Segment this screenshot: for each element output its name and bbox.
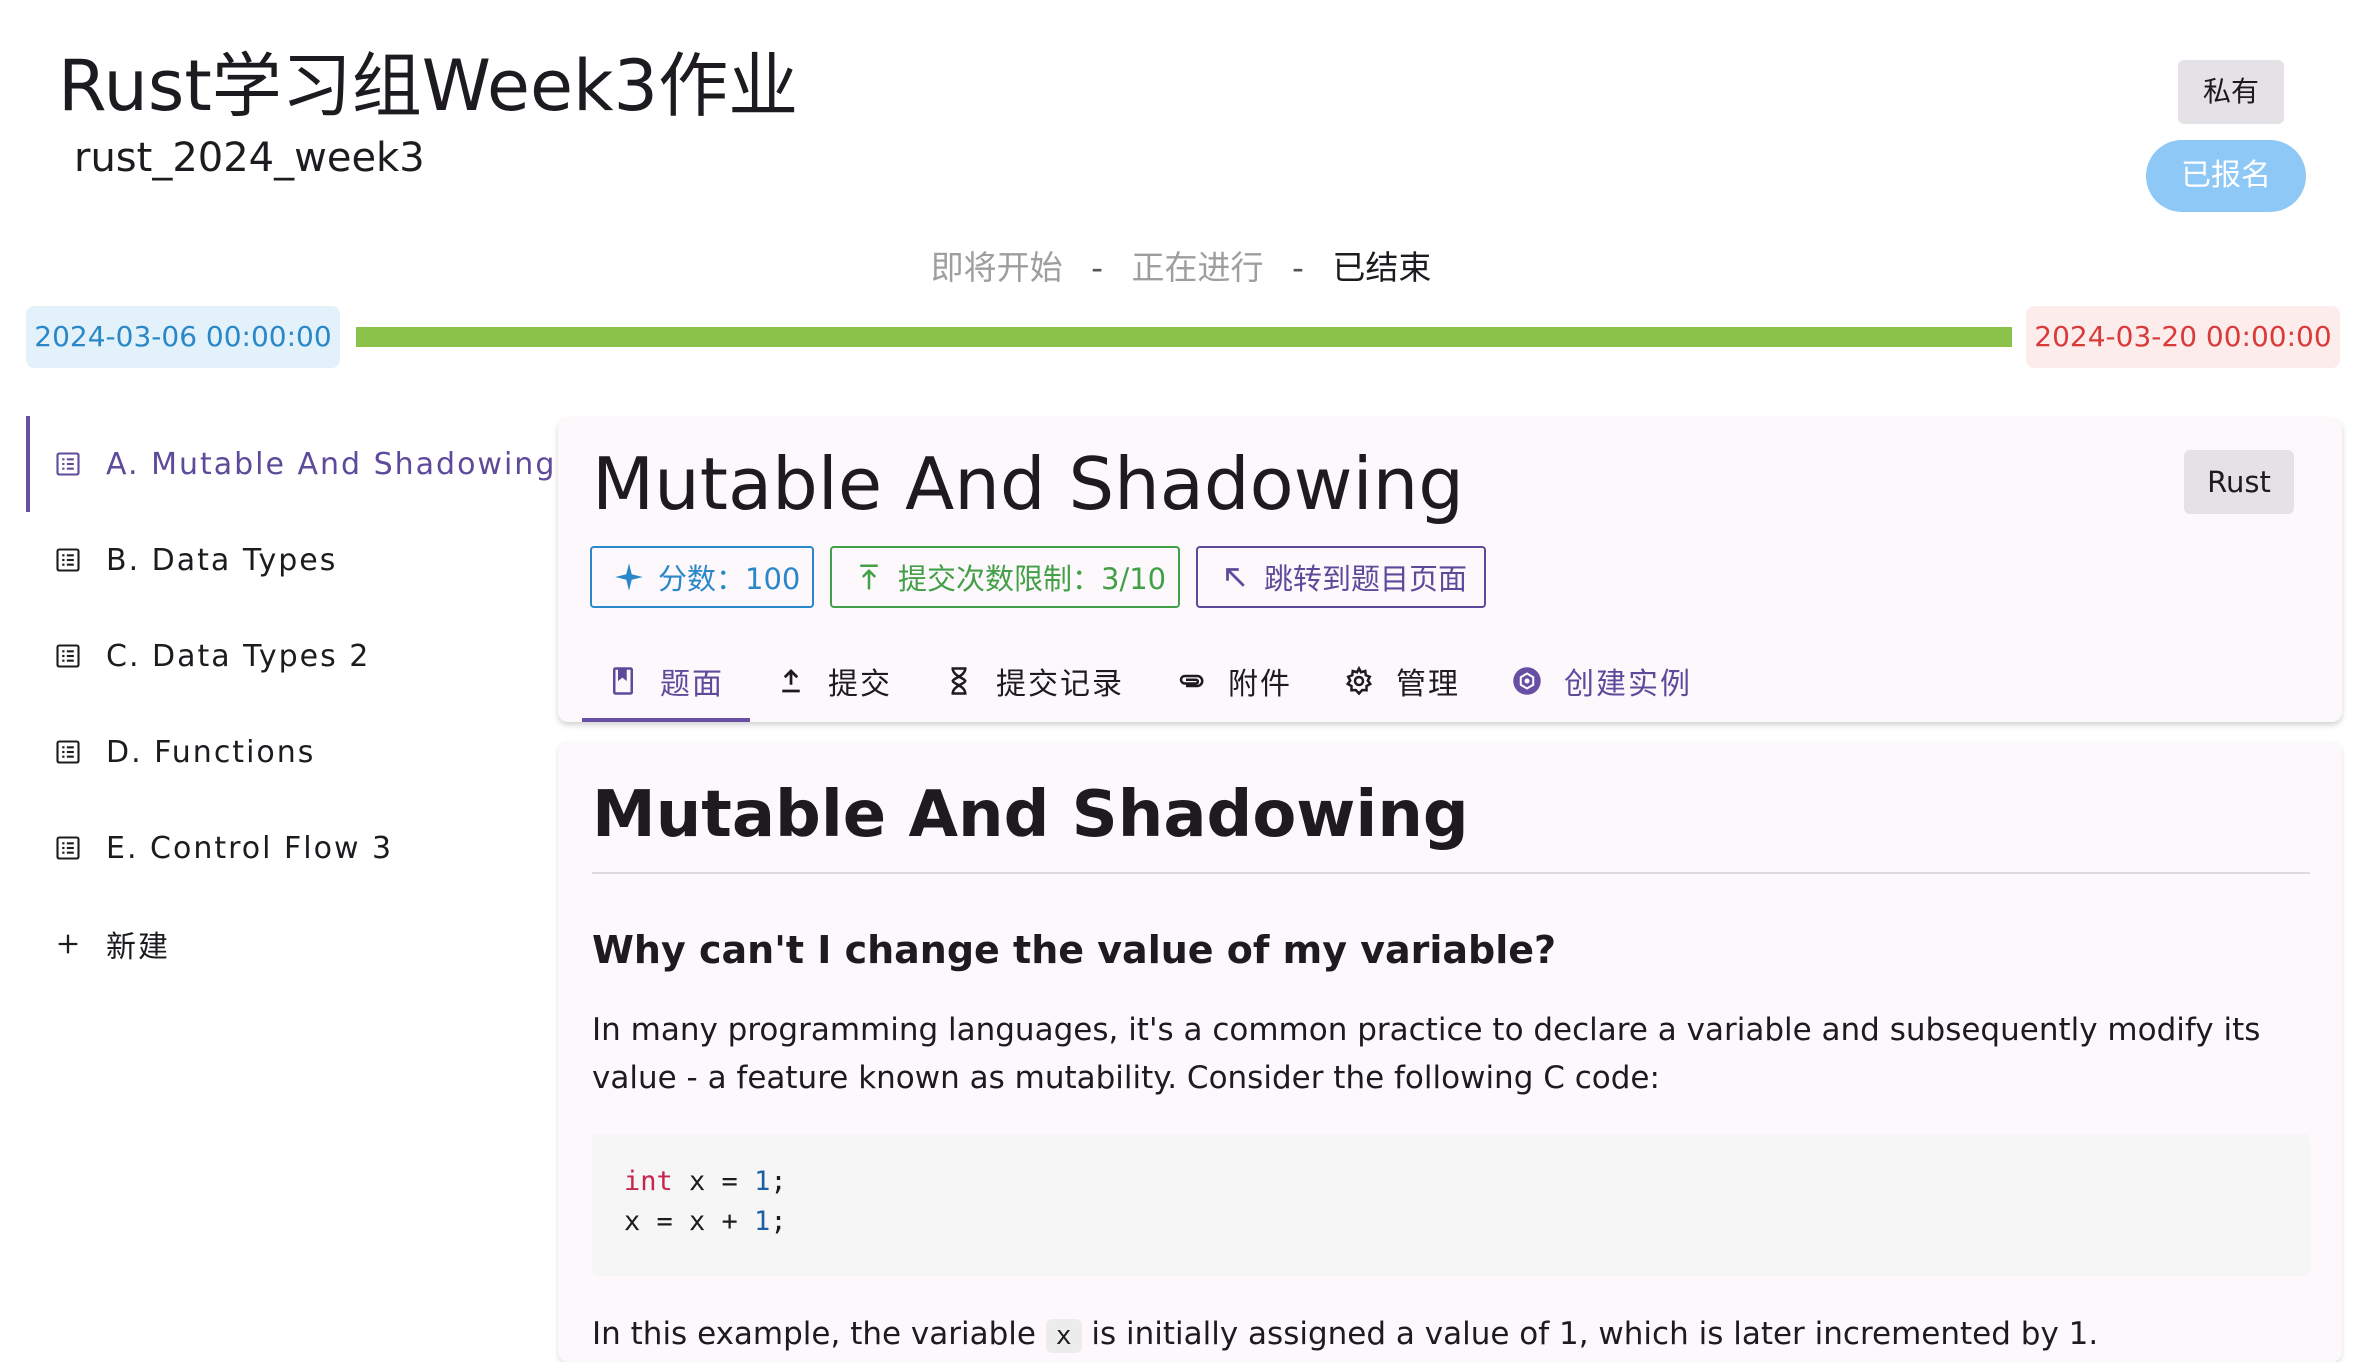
tab-create-instance[interactable]: 创建实例 [1486,640,1718,722]
submit-limit-chip: 提交次数限制：3/10 [830,546,1180,608]
problem-tabs: 题面 提交 提交记录 附件 管理 创建实例 [582,640,1718,722]
end-time-badge: 2024-03-20 00:00:00 [2026,306,2340,368]
score-chip: 分数：100 [590,546,814,608]
list-icon [54,450,82,478]
time-progress-fill [356,327,2012,347]
tab-manage[interactable]: 管理 [1318,640,1486,722]
statement-heading: Mutable And Shadowing [592,778,1469,852]
list-icon [54,738,82,766]
sidebar-item-a[interactable]: A. Mutable And Shadowing [26,416,554,512]
problem-header-card: Mutable And Shadowing Rust 分数：100 提交次数限制… [558,418,2342,722]
status-ongoing: 正在进行 [1131,248,1264,287]
sidebar-item-label: B. Data Types [106,542,338,578]
upload-limit-icon [854,562,884,592]
upload-icon [776,666,806,696]
tab-statement[interactable]: 题面 [582,640,750,722]
sparkle-icon [614,562,644,592]
instance-icon [1512,666,1542,696]
statement-paragraph: In this example, the variable x is initi… [592,1316,2099,1353]
page-title: Rust学习组Week3作业 [58,45,799,127]
registered-button[interactable]: 已报名 [2146,140,2306,212]
inline-code: x [1045,1319,1082,1353]
problem-statement-card: Mutable And Shadowing Why can't I change… [558,742,2342,1362]
tab-label: 管理 [1396,667,1460,702]
sidebar-new-label: 新建 [106,930,170,965]
tab-submit[interactable]: 提交 [750,640,918,722]
tab-label: 创建实例 [1564,667,1692,702]
code-block: int x = 1; x = x + 1; [592,1134,2310,1276]
tab-label: 提交记录 [996,667,1124,702]
arrow-up-left-icon [1220,562,1250,592]
problem-sidebar: A. Mutable And Shadowing B. Data Types C… [26,416,554,992]
tab-submissions[interactable]: 提交记录 [918,640,1150,722]
contest-status: 即将开始 - 正在进行 - 已结束 [0,244,2362,292]
tab-label: 题面 [660,667,724,702]
list-icon [54,546,82,574]
status-separator: - [1292,248,1304,287]
sidebar-item-label: E. Control Flow 3 [106,830,394,866]
sidebar-item-c[interactable]: C. Data Types 2 [26,608,546,704]
status-ended: 已结束 [1332,248,1432,287]
code-line: x = x + 1; [624,1206,787,1237]
page-subtitle: rust_2024_week3 [74,135,425,181]
list-icon [54,642,82,670]
sidebar-item-d[interactable]: D. Functions [26,704,546,800]
statement-subheading: Why can't I change the value of my varia… [592,928,1557,972]
heading-divider [592,872,2310,874]
list-icon [54,834,82,862]
score-label: 分数：100 [658,562,801,596]
sidebar-item-label: A. Mutable And Shadowing [106,446,557,482]
gear-icon [1344,666,1374,696]
sidebar-item-e[interactable]: E. Control Flow 3 [26,800,546,896]
status-upcoming: 即将开始 [930,248,1063,287]
plus-icon [54,930,82,958]
statement-paragraph: In many programming languages, it's a co… [592,1012,2261,1096]
start-time-badge: 2024-03-06 00:00:00 [26,306,340,368]
submit-limit-label: 提交次数限制：3/10 [898,562,1167,596]
hourglass-icon [944,666,974,696]
time-progress-bar [356,327,2012,347]
sidebar-item-label: C. Data Types 2 [106,638,371,674]
sidebar-item-b[interactable]: B. Data Types [26,512,546,608]
paperclip-icon [1176,666,1206,696]
tab-attachments[interactable]: 附件 [1150,640,1318,722]
book-icon [608,666,638,696]
sidebar-item-label: D. Functions [106,734,316,770]
problem-title: Mutable And Shadowing [592,442,1464,526]
jump-label: 跳转到题目页面 [1264,562,1468,596]
tab-label: 提交 [828,667,892,702]
code-line: int x = 1; [624,1166,787,1197]
status-separator: - [1091,248,1103,287]
language-badge: Rust [2184,450,2294,514]
visibility-badge: 私有 [2178,60,2284,124]
tab-label: 附件 [1228,667,1292,702]
sidebar-new-button[interactable]: 新建 [26,896,546,992]
jump-to-problem-chip[interactable]: 跳转到题目页面 [1196,546,1486,608]
